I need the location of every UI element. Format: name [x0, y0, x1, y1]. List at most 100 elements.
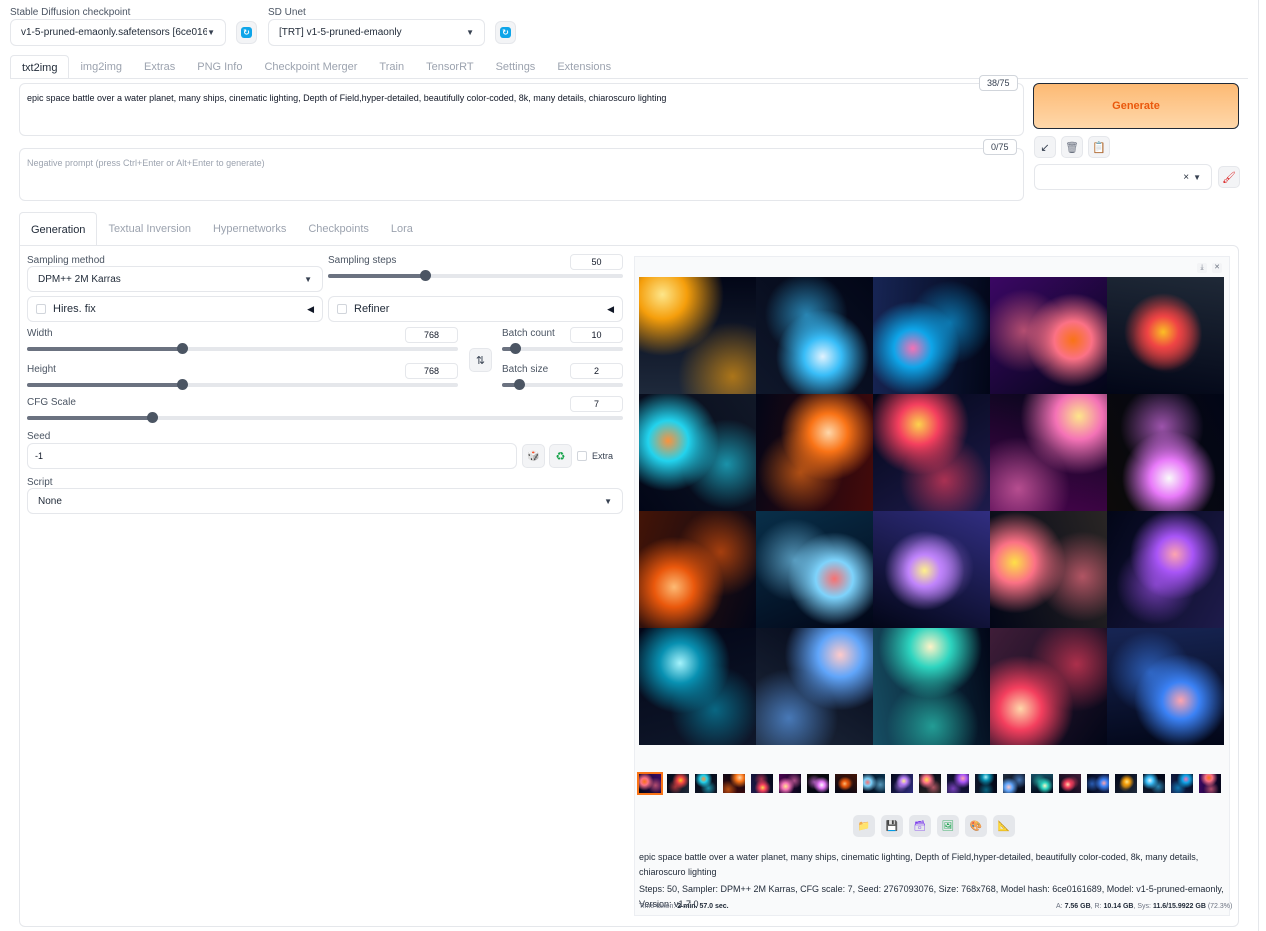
generated-image[interactable] — [1107, 277, 1224, 394]
tab-txt2img[interactable]: txt2img — [10, 55, 70, 79]
edit-styles-button[interactable]: 🖌 — [1218, 166, 1240, 188]
generated-image[interactable] — [639, 277, 756, 394]
generated-image[interactable] — [756, 394, 873, 511]
generated-image[interactable] — [1107, 394, 1224, 511]
tab-checkpoint-merger[interactable]: Checkpoint Merger — [253, 55, 368, 79]
gallery-thumbnail[interactable] — [835, 774, 857, 793]
tab-extensions[interactable]: Extensions — [546, 55, 622, 79]
gallery-thumbnail[interactable] — [779, 774, 801, 793]
width-slider[interactable] — [27, 341, 458, 357]
gallery-thumbnail[interactable] — [1087, 774, 1109, 793]
generated-image[interactable] — [990, 511, 1107, 628]
generated-image[interactable] — [873, 511, 990, 628]
hires-fix-accordion[interactable]: Hires. fix ◀ — [27, 296, 323, 322]
gallery-thumbnail[interactable] — [1059, 774, 1081, 793]
slider-thumb[interactable] — [147, 412, 159, 423]
subtab-generation[interactable]: Generation — [19, 212, 98, 246]
gallery-thumbnail[interactable] — [1115, 774, 1137, 793]
refresh-checkpoint-button[interactable]: ↻ — [236, 21, 257, 44]
hires-fix-checkbox[interactable] — [36, 304, 46, 314]
refresh-unet-button[interactable]: ↻ — [495, 21, 516, 44]
subtab-lora[interactable]: Lora — [380, 212, 424, 246]
batch-count-slider[interactable] — [502, 341, 623, 357]
reuse-seed-button[interactable]: ♻ — [549, 444, 572, 468]
extra-seed-toggle[interactable]: Extra — [577, 451, 613, 461]
apply-styles-button[interactable]: 📋 — [1088, 136, 1110, 158]
batch-size-slider[interactable] — [502, 377, 623, 393]
styles-dropdown[interactable]: × ▼ — [1034, 164, 1212, 190]
tab-extras[interactable]: Extras — [133, 55, 186, 79]
generated-image[interactable] — [756, 277, 873, 394]
gallery-thumbnail[interactable] — [947, 774, 969, 793]
send-to-extras-button[interactable]: 📐 — [993, 815, 1015, 837]
generated-image[interactable] — [873, 394, 990, 511]
sampling-steps-slider[interactable] — [328, 268, 623, 284]
tab-img2img[interactable]: img2img — [69, 55, 133, 79]
read-params-button[interactable]: ↙ — [1034, 136, 1056, 158]
send-to-img2img-button[interactable]: 🖼 — [937, 815, 959, 837]
gallery-thumbnail[interactable] — [1143, 774, 1165, 793]
generated-image[interactable] — [756, 511, 873, 628]
height-slider[interactable] — [27, 377, 458, 393]
checkpoint-dropdown[interactable]: v1-5-pruned-emaonly.safetensors [6ce0161… — [10, 19, 226, 46]
unet-dropdown[interactable]: [TRT] v1-5-pruned-emaonly ▼ — [268, 19, 485, 46]
generated-image[interactable] — [639, 628, 756, 745]
swap-dimensions-button[interactable]: ⇅ — [469, 348, 492, 372]
refiner-checkbox[interactable] — [337, 304, 347, 314]
generated-image[interactable] — [639, 394, 756, 511]
slider-thumb[interactable] — [513, 379, 525, 390]
thumbnail-strip[interactable] — [637, 772, 1221, 795]
gallery-thumbnail[interactable] — [1003, 774, 1025, 793]
slider-thumb[interactable] — [177, 343, 189, 354]
close-icon[interactable]: ✕ — [1212, 263, 1222, 273]
download-icon[interactable]: ⤓ — [1197, 263, 1207, 273]
refiner-accordion[interactable]: Refiner ◀ — [328, 296, 623, 322]
generated-image[interactable] — [639, 511, 756, 628]
generated-image[interactable] — [990, 628, 1107, 745]
generated-image[interactable] — [1107, 511, 1224, 628]
tab-settings[interactable]: Settings — [485, 55, 547, 79]
gallery-thumbnail[interactable] — [891, 774, 913, 793]
generated-image[interactable] — [990, 394, 1107, 511]
extra-checkbox[interactable] — [577, 451, 587, 461]
prompt-textarea[interactable]: epic space battle over a water planet, m… — [19, 83, 1024, 136]
gallery-thumbnail[interactable] — [667, 774, 689, 793]
scrollbar-track[interactable] — [1258, 0, 1259, 931]
open-folder-button[interactable]: 📁 — [853, 815, 875, 837]
gallery-thumbnail[interactable] — [863, 774, 885, 793]
seed-input[interactable]: -1 — [27, 443, 517, 469]
tab-png-info[interactable]: PNG Info — [186, 55, 253, 79]
subtab-hypernetworks[interactable]: Hypernetworks — [202, 212, 297, 246]
gallery-thumbnail[interactable] — [807, 774, 829, 793]
clear-prompt-button[interactable]: 🗑 — [1061, 136, 1083, 158]
sampling-method-dropdown[interactable]: DPM++ 2M Karras ▼ — [27, 266, 323, 292]
generate-button[interactable]: Generate — [1033, 83, 1239, 129]
script-dropdown[interactable]: None ▼ — [27, 488, 623, 514]
cfg-scale-slider[interactable] — [27, 410, 623, 426]
send-to-inpaint-button[interactable]: 🎨 — [965, 815, 987, 837]
image-grid[interactable] — [639, 277, 1224, 745]
generated-image[interactable] — [756, 628, 873, 745]
save-button[interactable]: 💾 — [881, 815, 903, 837]
gallery-thumbnail[interactable] — [751, 774, 773, 793]
negative-prompt-textarea[interactable]: Negative prompt (press Ctrl+Enter or Alt… — [19, 148, 1024, 201]
zip-button[interactable]: 🗃 — [909, 815, 931, 837]
generated-image[interactable] — [990, 277, 1107, 394]
slider-thumb[interactable] — [420, 270, 432, 281]
gallery-thumbnail[interactable] — [1171, 774, 1193, 793]
gallery-thumbnail[interactable] — [695, 774, 717, 793]
generated-image[interactable] — [873, 628, 990, 745]
clear-styles-icon[interactable]: × — [1183, 172, 1189, 183]
subtab-checkpoints[interactable]: Checkpoints — [297, 212, 380, 246]
generated-image[interactable] — [1107, 628, 1224, 745]
slider-thumb[interactable] — [177, 379, 189, 390]
gallery-thumbnail[interactable] — [1199, 774, 1221, 793]
generated-image[interactable] — [873, 277, 990, 394]
slider-thumb[interactable] — [510, 343, 522, 354]
random-seed-button[interactable]: 🎲 — [522, 444, 545, 468]
subtab-textual-inversion[interactable]: Textual Inversion — [97, 212, 202, 246]
gallery-thumbnail[interactable] — [919, 774, 941, 793]
tab-tensorrt[interactable]: TensorRT — [415, 55, 484, 79]
gallery-thumbnail[interactable] — [975, 774, 997, 793]
tab-train[interactable]: Train — [368, 55, 415, 79]
